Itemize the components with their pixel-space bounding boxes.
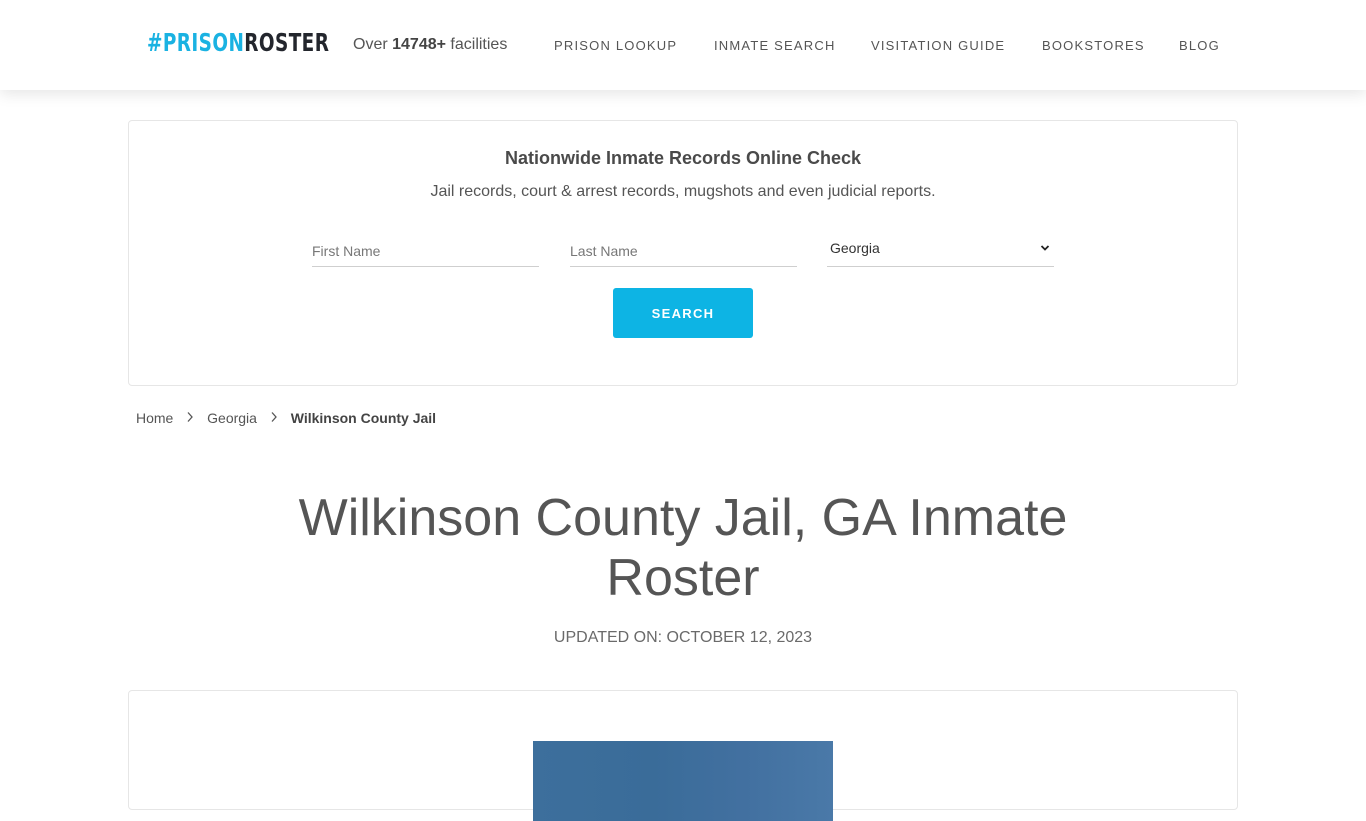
page-title: Wilkinson County Jail, GA Inmate Roster xyxy=(298,489,1068,607)
breadcrumb: Home Georgia Wilkinson County Jail xyxy=(136,408,436,428)
first-name-input[interactable] xyxy=(312,235,539,267)
nav-bookstores[interactable]: BOOKSTORES xyxy=(1042,37,1145,55)
nav-visitation-guide[interactable]: VISITATION GUIDE xyxy=(871,37,1005,55)
search-card-subtitle: Jail records, court & arrest records, mu… xyxy=(430,183,936,200)
chevron-down-icon xyxy=(1040,235,1050,270)
site-header: #PRISONROSTER Over 14748+ facilities PRI… xyxy=(0,0,1366,90)
nav-inmate-search[interactable]: INMATE SEARCH xyxy=(714,37,836,55)
search-button[interactable]: SEARCH xyxy=(613,288,753,338)
chevron-right-icon xyxy=(270,409,278,429)
facility-content-card xyxy=(128,690,1238,821)
last-name-input[interactable] xyxy=(570,235,797,267)
search-card-title: Nationwide Inmate Records Online Check xyxy=(504,148,862,168)
nav-blog[interactable]: BLOG xyxy=(1179,37,1220,55)
breadcrumb-current: Wilkinson County Jail xyxy=(290,410,437,426)
updated-date: UPDATED ON: OCTOBER 12, 2023 xyxy=(553,629,813,646)
nav-prison-lookup[interactable]: PRISON LOOKUP xyxy=(554,37,677,55)
facility-image xyxy=(533,741,833,821)
inmate-search-card: Nationwide Inmate Records Online Check J… xyxy=(128,120,1238,386)
chevron-right-icon xyxy=(186,409,194,429)
state-select-value: Georgia xyxy=(830,240,880,256)
breadcrumb-georgia[interactable]: Georgia xyxy=(207,410,257,426)
state-select[interactable]: Georgia xyxy=(827,235,1054,267)
main-nav: PRISON LOOKUP INMATE SEARCH VISITATION G… xyxy=(0,37,1366,55)
breadcrumb-home[interactable]: Home xyxy=(136,410,173,426)
